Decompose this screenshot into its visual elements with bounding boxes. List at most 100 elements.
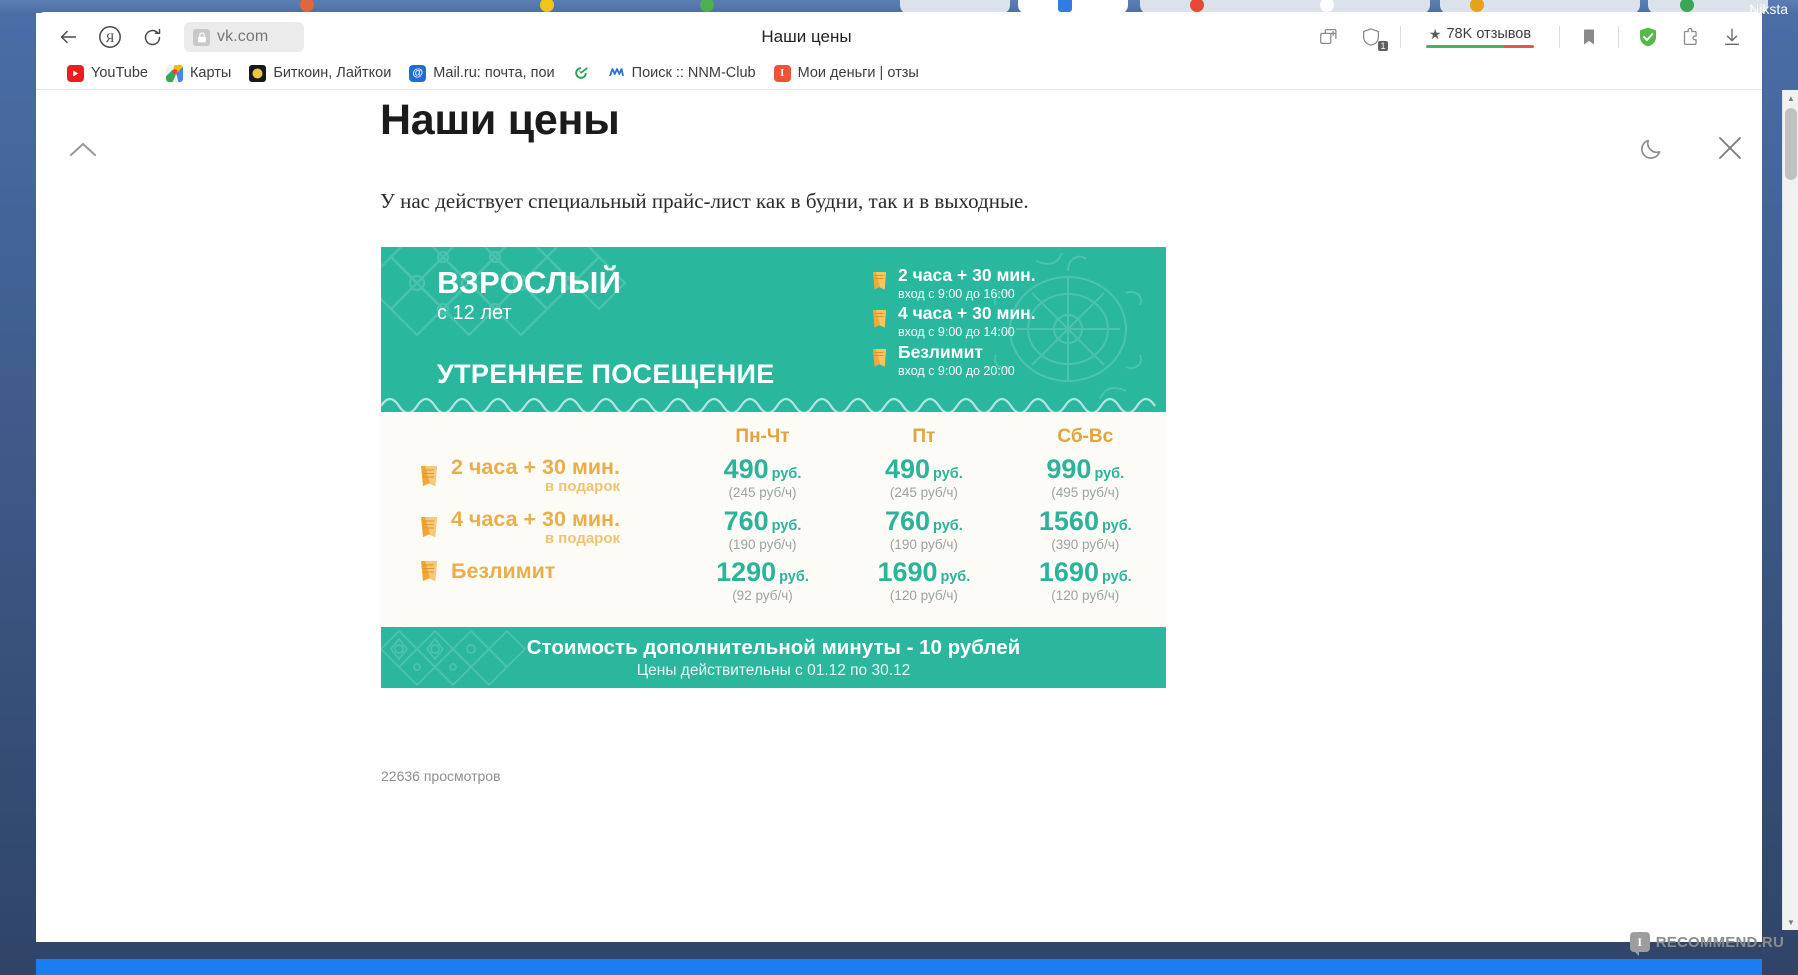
address-bar[interactable]: vk.com	[184, 22, 304, 52]
scroll-down-arrow[interactable]: ▼	[1783, 914, 1798, 930]
price-amount: 490	[723, 454, 769, 484]
scrollbar-thumb[interactable]	[1785, 108, 1797, 180]
age-label: с 12 лет	[437, 301, 512, 324]
browser-toolbar: Я vk.com Наши цены 1 ★ 78K отзывов	[36, 13, 1762, 61]
reload-button[interactable]	[134, 19, 170, 55]
empty-corner-cell	[381, 412, 682, 454]
puzzle-extension-icon[interactable]	[1670, 19, 1710, 55]
price-currency: руб.	[779, 569, 809, 585]
column-header: Пт	[912, 426, 936, 447]
close-icon[interactable]	[1710, 128, 1750, 168]
price-cell: 760 руб. (190 руб/ч)	[843, 506, 1004, 558]
option-title: Безлимит	[898, 341, 983, 362]
row-label: 4 часа + 30 мин.	[451, 506, 621, 531]
extra-minute-price: Стоимость дополнительной минуты - 10 руб…	[526, 635, 1021, 659]
bookmarks-bar: YouTube Карты Биткоин, Лайткои @ Mail.ru…	[36, 57, 1762, 90]
price-amount: 490	[884, 454, 931, 484]
wave-pattern	[381, 397, 1156, 412]
shield-counter-icon[interactable]: 1	[1351, 19, 1391, 55]
option-entry: вход с 9:00 до 14:00	[898, 325, 1015, 340]
toolbar-divider	[1559, 26, 1560, 48]
ticket-icon	[871, 308, 889, 329]
page-intro-text: У нас действует специальный прайс-лист к…	[380, 189, 1029, 213]
download-icon[interactable]	[1712, 19, 1752, 55]
collections-icon[interactable]	[1309, 19, 1349, 55]
price-currency: руб.	[933, 517, 963, 534]
price-table-header-row: Пн-Чт Пт Сб-Вс	[381, 412, 1166, 454]
bookmark-label: YouTube	[91, 65, 148, 81]
bookmark-item[interactable]: @ Mail.ru: почта, пои	[400, 62, 563, 85]
price-cell: 490 руб. (245 руб/ч)	[843, 454, 1004, 506]
scroll-up-arrow[interactable]: ▲	[1783, 90, 1798, 106]
bookmark-label: Мои деньги | отзы	[797, 65, 919, 81]
bookmark-item[interactable]: Биткоин, Лайткои	[240, 62, 400, 85]
option-title: 2 часа + 30 мин.	[898, 265, 1036, 285]
chevron-up-icon[interactable]	[62, 130, 104, 172]
column-header: Сб-Вс	[1057, 426, 1114, 447]
row-label-cell: 4 часа + 30 мин. в подарок	[381, 506, 682, 558]
bookmark-item[interactable]: I Мои деньги | отзы	[765, 62, 928, 85]
price-table-body: Пн-Чт Пт Сб-Вс 2 часа + 30 мин. в подаро…	[381, 412, 1166, 627]
bookmark-item[interactable]: Карты	[157, 62, 240, 85]
back-button[interactable]	[50, 19, 86, 55]
row-label: 2 часа + 30 мин.	[451, 455, 621, 479]
ornament-pattern	[381, 629, 527, 687]
category-label: ВЗРОСЛЫЙ	[437, 265, 622, 300]
tab-favicon	[540, 0, 554, 12]
price-cell: 1290 руб. (92 руб/ч)	[682, 557, 843, 609]
moon-icon[interactable]	[1632, 128, 1672, 168]
price-cell: 1690 руб. (120 руб/ч)	[843, 557, 1004, 609]
page-tab-title: Наши цены	[761, 27, 852, 46]
watermark-text: RECOMMEND.RU	[1655, 933, 1784, 951]
tab-favicon	[1058, 0, 1072, 12]
price-table: Пн-Чт Пт Сб-Вс 2 часа + 30 мин. в подаро…	[381, 412, 1166, 609]
bookmark-label: Биткоин, Лайткои	[273, 65, 392, 81]
visit-type-label: УТРЕННЕЕ ПОСЕЩЕНИЕ	[437, 358, 775, 389]
adguard-shield-icon[interactable]	[1628, 19, 1668, 55]
nnm-club-icon	[607, 64, 625, 82]
price-amount: 760	[723, 505, 769, 536]
yandex-home-button[interactable]: Я	[92, 19, 128, 55]
screen: Niksta Я vk.com Наши цены 1 ★ 78K отзыво…	[0, 0, 1798, 975]
svg-text:Я: Я	[106, 30, 115, 45]
bookmark-item[interactable]: Поиск :: NNM-Club	[599, 62, 765, 85]
bookmark-item[interactable]: YouTube	[58, 62, 157, 85]
price-header-options: 2 часа + 30 мин. вход с 9:00 до 16:00 4 …	[871, 265, 1036, 381]
irecommend-icon: I	[773, 64, 791, 82]
toolbar-right-tools: 1 ★ 78K отзывов	[1309, 19, 1762, 55]
ticket-icon	[419, 559, 441, 583]
price-cell: 1560 руб. (390 руб/ч)	[1005, 506, 1166, 558]
page-title: Наши цены	[380, 96, 620, 144]
header-option: 2 часа + 30 мин. вход с 9:00 до 16:00	[871, 265, 1036, 302]
bookmark-item[interactable]	[564, 62, 599, 85]
price-amount: 1560	[1038, 505, 1099, 536]
star-icon: ★	[1428, 26, 1442, 42]
ticket-icon	[419, 515, 441, 539]
option-title: 4 часа + 30 мин.	[898, 303, 1036, 324]
ticket-icon	[871, 270, 889, 291]
reviews-rating-widget[interactable]: ★ 78K отзывов	[1416, 26, 1544, 48]
row-label: Безлимит	[451, 559, 556, 583]
bookmark-icon[interactable]	[1569, 19, 1609, 55]
reviews-rating-bar	[1426, 45, 1534, 48]
price-per-hour: (190 руб/ч)	[889, 536, 958, 552]
price-banner-footer: Стоимость дополнительной минуты - 10 руб…	[381, 627, 1166, 688]
google-maps-icon	[165, 64, 183, 82]
price-amount: 1290	[716, 557, 777, 587]
address-bar-url: vk.com	[217, 28, 269, 45]
price-currency: руб.	[771, 517, 802, 534]
price-amount: 1690	[1038, 557, 1099, 587]
price-cell: 1690 руб. (120 руб/ч)	[1005, 557, 1166, 609]
bookmark-label: Карты	[189, 65, 232, 81]
price-cell: 760 руб. (190 руб/ч)	[682, 506, 843, 558]
price-currency: руб.	[940, 569, 971, 585]
irecommend-watermark: I RECOMMEND.RU	[1629, 932, 1784, 956]
toolbar-divider	[1618, 26, 1619, 48]
page-scrollbar[interactable]: ▲ ▼	[1782, 90, 1798, 930]
price-currency: руб.	[1094, 466, 1125, 482]
header-option: Безлимит вход с 9:00 до 20:00	[871, 341, 1036, 379]
price-cell: 490 руб. (245 руб/ч)	[682, 454, 843, 506]
option-entry: вход с 9:00 до 16:00	[898, 287, 1015, 301]
row-gift-label: в подарок	[544, 478, 621, 495]
option-entry: вход с 9:00 до 20:00	[898, 363, 1015, 378]
